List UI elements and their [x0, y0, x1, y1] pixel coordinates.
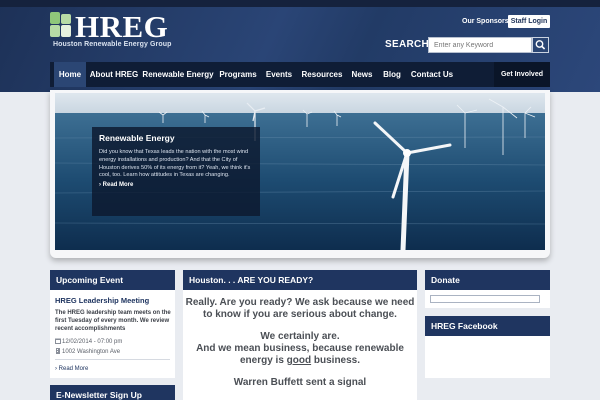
get-involved-button[interactable]: Get Involved [494, 62, 550, 87]
search-icon [535, 40, 546, 50]
staff-login-button[interactable]: Staff Login [508, 15, 550, 28]
nav-news[interactable]: News [348, 62, 376, 87]
main-body: Really. Are you ready? We ask because we… [183, 290, 417, 389]
top-strip [0, 0, 600, 7]
event-read-more-link[interactable]: › Read More [55, 366, 88, 372]
hero-image: Renewable Energy Did you know that Texas… [55, 93, 545, 250]
facebook-heading: HREG Facebook [425, 316, 550, 336]
event-read-more-label: Read More [58, 366, 89, 372]
main-nav: Home About HREG Renewable Energy Program… [50, 62, 550, 87]
hero-title: Renewable Energy [99, 133, 175, 143]
nav-renewable-energy[interactable]: Renewable Energy [142, 62, 214, 87]
main-content-panel: Houston. . . ARE YOU READY? Really. Are … [183, 270, 417, 400]
nav-programs[interactable]: Programs [216, 62, 260, 87]
event-date: 12/02/2014 - 07:00 pm [55, 338, 122, 345]
divider [55, 359, 170, 360]
hero-read-more-label: Read More [102, 182, 134, 189]
main-emphasis: good [286, 355, 312, 366]
upcoming-event-panel: Upcoming Event HREG Leadership Meeting T… [50, 270, 175, 378]
site-logo[interactable]: HREG Houston Renewable Energy Group [50, 9, 180, 52]
nav-resources[interactable]: Resources [298, 62, 346, 87]
main-paragraph-2a: We certainly are. [260, 331, 340, 342]
nav-home[interactable]: Home [54, 62, 86, 87]
event-date-text: 12/02/2014 - 07:00 pm [62, 339, 123, 345]
event-address: 1002 Washington Ave [55, 348, 120, 355]
main-paragraph-3: Warren Buffett sent a signal [233, 377, 367, 388]
chevron-right-icon: › [99, 182, 101, 189]
upcoming-event-heading: Upcoming Event [50, 270, 175, 290]
hero-read-more-link[interactable]: › Read More [99, 182, 253, 188]
main-heading: Houston. . . ARE YOU READY? [183, 270, 417, 290]
logo-text: HREG [75, 9, 169, 44]
nav-contact-us[interactable]: Contact Us [408, 62, 456, 87]
search-input[interactable] [428, 37, 532, 53]
main-paragraph-2d: business. [313, 355, 361, 366]
donate-field[interactable] [430, 295, 540, 303]
hero-text: Did you know that Texas leads the nation… [99, 149, 251, 179]
main-paragraph-1: Really. Are you ready? We ask because we… [185, 297, 415, 320]
main-paragraph-2: We certainly are. And we mean business, … [183, 331, 417, 367]
event-title-link[interactable]: HREG Leadership Meeting [55, 296, 149, 305]
nav-about[interactable]: About HREG [88, 62, 140, 87]
building-icon [56, 348, 60, 354]
newsletter-heading: E-Newsletter Sign Up [50, 385, 175, 400]
logo-subtitle: Houston Renewable Energy Group [53, 41, 172, 48]
search-button[interactable] [532, 37, 549, 53]
facebook-panel: HREG Facebook [425, 316, 550, 378]
calendar-icon [55, 338, 61, 344]
donate-heading: Donate [425, 270, 550, 290]
donate-panel: Donate [425, 270, 550, 308]
chevron-right-icon: › [55, 366, 57, 372]
logo-leaf-icon [50, 12, 71, 37]
nav-events[interactable]: Events [262, 62, 296, 87]
newsletter-panel: E-Newsletter Sign Up [50, 385, 175, 400]
event-address-text: 1002 Washington Ave [62, 349, 121, 355]
event-description: The HREG leadership team meets on the fi… [55, 310, 171, 332]
hero-slider: Renewable Energy Did you know that Texas… [50, 90, 550, 258]
hero-caption: Renewable Energy Did you know that Texas… [92, 127, 260, 216]
search-label: SEARCH [385, 39, 430, 50]
nav-blog[interactable]: Blog [378, 62, 406, 87]
our-sponsors-link[interactable]: Our Sponsors [462, 18, 509, 25]
